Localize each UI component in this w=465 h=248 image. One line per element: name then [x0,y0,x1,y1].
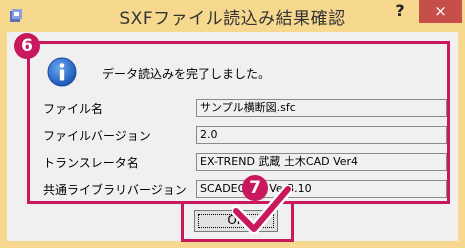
title-bar[interactable]: SXFファイル読込み結果確認 ? × [0,0,465,32]
annotation-badge: 6 [14,33,40,59]
checkmark-icon [230,183,294,235]
annotation-highlight-box [27,41,450,204]
help-button[interactable]: ? [381,0,419,23]
close-button[interactable]: × [419,0,462,23]
